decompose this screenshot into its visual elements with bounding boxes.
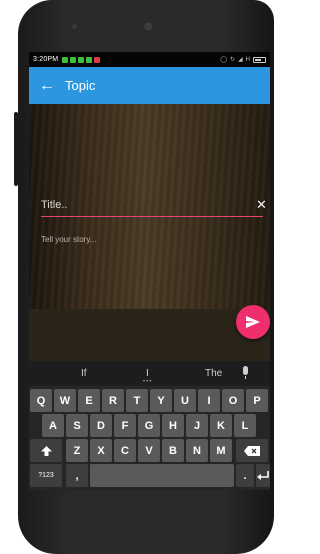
page-title: Topic [65, 78, 96, 93]
shift-arrow-icon [40, 445, 52, 456]
proximity-sensor [72, 24, 77, 29]
space-bar[interactable] [90, 464, 234, 487]
key-r[interactable]: R [102, 389, 124, 412]
key-x[interactable]: X [90, 439, 112, 462]
title-underline [41, 216, 263, 217]
more-suggestions-icon[interactable]: ••• [143, 379, 152, 385]
alarm-icon: ◯ [220, 57, 227, 63]
key-k[interactable]: K [210, 414, 232, 437]
key-h[interactable]: H [162, 414, 184, 437]
shift-key[interactable] [30, 439, 62, 462]
key-v[interactable]: V [138, 439, 160, 462]
app-bar: ← Topic [29, 67, 270, 104]
key-w[interactable]: W [54, 389, 76, 412]
status-indicators: ◯ ↻ ◢ H [220, 56, 266, 63]
key-j[interactable]: J [186, 414, 208, 437]
suggestion-item[interactable]: The [205, 368, 222, 379]
close-icon[interactable]: ✕ [256, 198, 267, 211]
key-z[interactable]: Z [66, 439, 88, 462]
volume-button [14, 112, 18, 186]
key-f[interactable]: F [114, 414, 136, 437]
suggestion-strip: If I ••• The [29, 361, 270, 386]
comma-key[interactable]: , [66, 464, 88, 487]
notification-icon [94, 56, 101, 63]
key-p[interactable]: P [246, 389, 268, 412]
key-n[interactable]: N [186, 439, 208, 462]
key-m[interactable]: M [210, 439, 232, 462]
key-e[interactable]: E [78, 389, 100, 412]
notification-icon [86, 56, 93, 63]
signal-icon: ◢ [238, 57, 243, 63]
key-u[interactable]: U [174, 389, 196, 412]
compose-area: Title.. ✕ Tell your story... [29, 104, 270, 309]
soft-keyboard: If I ••• The Q W E R T Y U I O P A S D F… [29, 361, 270, 490]
key-g[interactable]: G [138, 414, 160, 437]
phone-chin [18, 490, 274, 554]
key-d[interactable]: D [90, 414, 112, 437]
battery-icon [253, 56, 266, 63]
backspace-icon [244, 445, 260, 456]
send-button[interactable] [236, 305, 270, 339]
network-type: H [245, 56, 250, 63]
suggestion-item[interactable]: If [81, 368, 87, 379]
status-time: 3:20PM [33, 56, 59, 63]
enter-key[interactable] [256, 464, 270, 487]
notification-icon [70, 56, 77, 63]
symbols-key[interactable]: ?123 [30, 464, 62, 487]
notification-icon [62, 56, 69, 63]
microphone-icon[interactable] [243, 366, 248, 379]
key-c[interactable]: C [114, 439, 136, 462]
backspace-key[interactable] [236, 439, 268, 462]
arrow-back-icon[interactable]: ← [39, 77, 61, 94]
phone-frame: 3:20PM ◯ ↻ ◢ H ← Topic Title.. ✕ Tell yo… [18, 0, 274, 554]
key-a[interactable]: A [42, 414, 64, 437]
key-b[interactable]: B [162, 439, 184, 462]
front-camera [143, 21, 154, 32]
status-bar: 3:20PM ◯ ↻ ◢ H [29, 52, 270, 67]
suggestion-item[interactable]: I [146, 368, 149, 379]
key-t[interactable]: T [126, 389, 148, 412]
key-i[interactable]: I [198, 389, 220, 412]
notification-icon [78, 56, 85, 63]
key-s[interactable]: S [66, 414, 88, 437]
key-l[interactable]: L [234, 414, 256, 437]
wifi-icon: ↻ [230, 57, 236, 63]
story-input[interactable]: Tell your story... [41, 235, 96, 244]
key-y[interactable]: Y [150, 389, 172, 412]
key-q[interactable]: Q [30, 389, 52, 412]
title-input[interactable]: Title.. [41, 196, 251, 216]
key-o[interactable]: O [222, 389, 244, 412]
period-key[interactable]: . [236, 464, 254, 487]
send-icon [246, 316, 260, 328]
enter-icon [257, 470, 269, 480]
device-screen: 3:20PM ◯ ↻ ◢ H ← Topic Title.. ✕ Tell yo… [29, 52, 270, 490]
